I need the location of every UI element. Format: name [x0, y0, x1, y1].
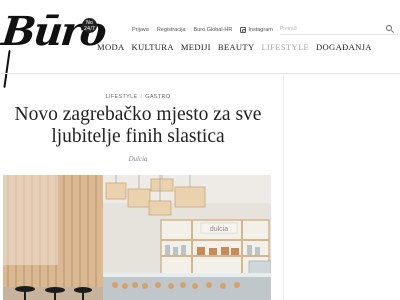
sidebar-divider	[283, 74, 284, 300]
logo-badge: No 24/7	[82, 18, 97, 33]
tag-gastro[interactable]: GASTRO	[145, 94, 170, 100]
instagram-icon	[240, 27, 247, 33]
article-photo: dulcia	[3, 175, 271, 300]
nav-item-lifestyle[interactable]: LIFESTYLE	[261, 42, 309, 52]
search-placeholder: Pretraži	[280, 26, 298, 32]
nav-item-moda[interactable]: MODA	[97, 42, 124, 52]
buro-global-link[interactable]: Buro Global-HR	[194, 27, 233, 33]
shop-sign: dulcia	[210, 226, 228, 233]
article-tags: LIFESTYLE / GASTRO	[4, 94, 272, 100]
search-input[interactable]: Pretraži	[280, 23, 398, 35]
tag-separator: /	[140, 94, 143, 100]
nav-item-kultura[interactable]: KULTURA	[131, 42, 173, 52]
tag-lifestyle[interactable]: LIFESTYLE	[106, 94, 138, 100]
logo-flourish	[3, 50, 11, 88]
nav-item-beauty[interactable]: BEAUTY	[218, 42, 255, 52]
search-icon[interactable]	[386, 25, 392, 31]
register-link[interactable]: Registracija	[157, 27, 186, 33]
nav-item-dogadanja[interactable]: DOGAĐANJA	[316, 42, 372, 52]
instagram-label: Instagram	[248, 27, 273, 33]
buro-logo[interactable]: Būro No 24/7	[0, 6, 107, 88]
nav-item-mediji[interactable]: MEDIJI	[181, 42, 211, 52]
article-title: Novo zagrebačko mjesto za sve ljubitelje…	[14, 104, 262, 147]
instagram-link[interactable]: Instagram	[240, 27, 273, 33]
article-author[interactable]: Dulcia	[4, 155, 272, 163]
login-link[interactable]: Prijava	[132, 27, 149, 33]
header-divider	[0, 73, 400, 74]
main-nav: MODA KULTURA MEDIJI BEAUTY LIFESTYLE DOG…	[97, 42, 379, 52]
utility-links: Prijava Registracija Buro Global-HR Inst…	[132, 25, 281, 35]
